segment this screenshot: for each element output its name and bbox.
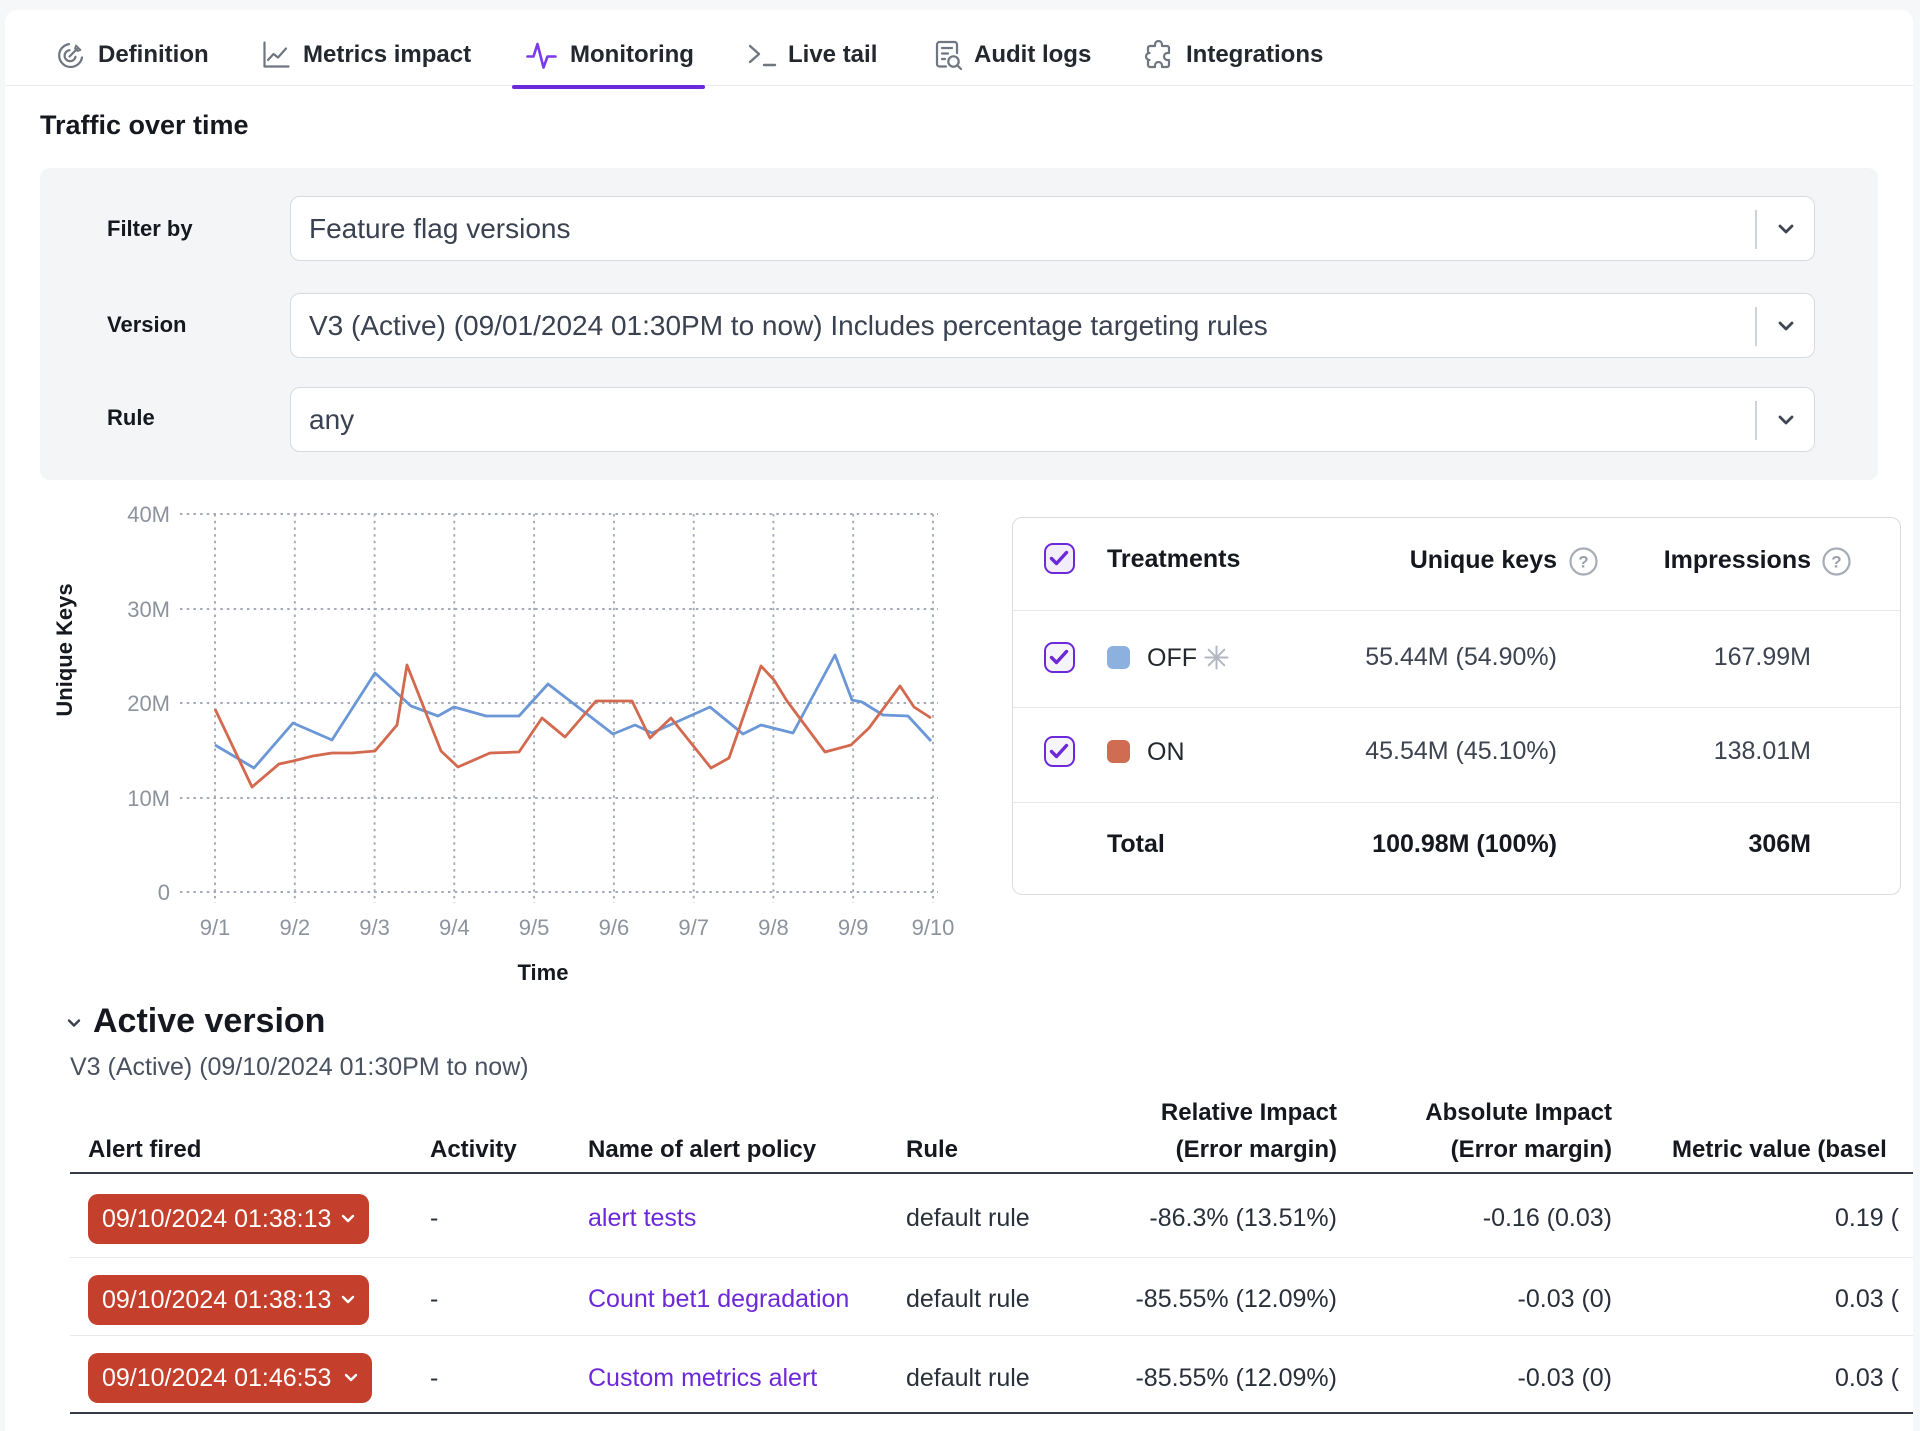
svg-text:9/3: 9/3 <box>359 915 390 940</box>
svg-text:9/6: 9/6 <box>599 915 630 940</box>
svg-text:9/5: 9/5 <box>519 915 550 940</box>
svg-text:10M: 10M <box>127 786 170 811</box>
svg-text:30M: 30M <box>127 597 170 622</box>
svg-text:9/9: 9/9 <box>838 915 869 940</box>
svg-text:Unique Keys: Unique Keys <box>52 583 77 716</box>
svg-text:9/2: 9/2 <box>280 915 311 940</box>
svg-text:9/10: 9/10 <box>912 915 955 940</box>
svg-text:9/1: 9/1 <box>200 915 231 940</box>
svg-text:40M: 40M <box>127 502 170 527</box>
svg-text:9/7: 9/7 <box>678 915 709 940</box>
svg-text:Time: Time <box>518 960 569 985</box>
svg-text:?: ? <box>1578 553 1588 572</box>
svg-text:20M: 20M <box>127 691 170 716</box>
svg-text:0: 0 <box>158 880 170 905</box>
svg-text:9/4: 9/4 <box>439 915 470 940</box>
svg-text:?: ? <box>1831 553 1841 572</box>
svg-text:9/8: 9/8 <box>758 915 789 940</box>
